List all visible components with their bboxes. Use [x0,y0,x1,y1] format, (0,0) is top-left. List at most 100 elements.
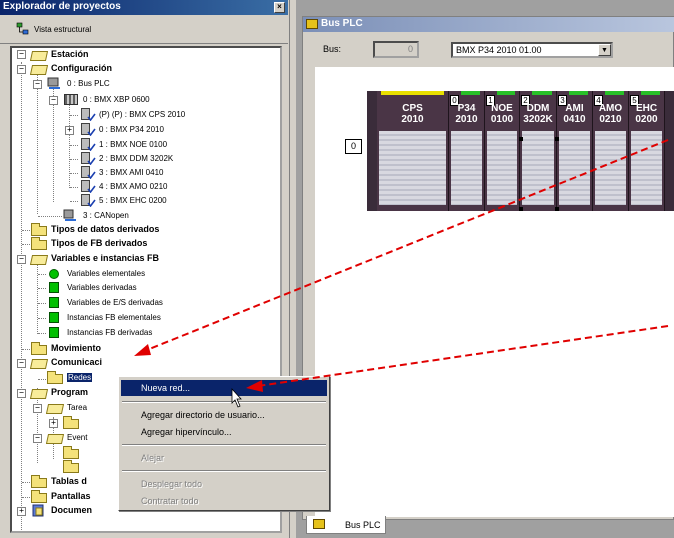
chevron-down-icon[interactable]: ▼ [598,44,611,56]
module-body [379,131,446,205]
collapse-station-toggle[interactable]: − [17,50,26,59]
tree-label: Instancias FB derivadas [67,328,153,337]
menu-item-collapse-all: Contratar todo [141,496,199,506]
collapse-comm-toggle[interactable]: − [17,359,26,368]
rack-slot-5[interactable]: 5 EHC 0200 [629,91,665,211]
open-folder-icon [29,359,49,369]
folder-icon [63,416,79,429]
cpu-select[interactable]: BMX P34 2010 01.00 ▼ [451,42,613,58]
module-body [451,131,482,205]
tree-label: 1 : BMX NOE 0100 [99,140,168,149]
bus-canvas[interactable]: 0 CPS 2010 0 P34 2010 1 NOE 0100 2 DDM 3… [315,67,674,517]
tree-label: 4 : BMX AMO 0210 [99,182,168,191]
tree-label: (P) (P) : BMX CPS 2010 [99,110,186,119]
tree-label: Estación [51,49,89,59]
open-folder-icon [29,389,49,399]
tree-label: Redes [67,373,93,382]
folder-icon [31,342,47,355]
check-icon [87,143,96,151]
bus-window-title-bar: Bus PLC [303,17,674,32]
bus-window-title: Bus PLC [321,18,363,29]
check-icon [87,199,96,207]
open-folder-icon [29,255,49,265]
slot-label: EHC 0200 [635,103,658,125]
structural-view-label[interactable]: Vista estructural [34,25,91,34]
collapse-variables-toggle[interactable]: − [17,255,26,264]
collapse-bus-toggle[interactable]: − [33,80,42,89]
rack-slot-0[interactable]: 0 P34 2010 [449,91,485,211]
bus-tab-icon [313,519,325,529]
tab-label: Bus PLC [345,520,381,530]
status-led [461,91,480,95]
status-led [532,91,552,95]
tree-label: Event [67,433,88,442]
collapse-program-toggle[interactable]: − [17,389,26,398]
selection-handle[interactable] [555,207,559,211]
folder-icon [31,237,47,250]
expand-docs-toggle[interactable]: + [17,507,26,516]
check-icon [87,113,96,121]
folder-icon [31,475,47,488]
canopen-icon [63,209,76,221]
status-led [497,91,515,95]
rack-slot-cps[interactable]: CPS 2010 [377,91,449,211]
expand-task-toggle[interactable]: + [49,419,58,428]
tree-label: Variables derivadas [67,283,137,292]
selection-handle[interactable] [555,137,559,141]
collapse-tasks-toggle[interactable]: − [33,404,42,413]
tree-label: Program [51,387,89,397]
open-folder-icon [45,434,65,444]
slot-label: CPS 2010 [401,103,424,125]
module-body [522,131,554,205]
menu-item-new-network[interactable]: Nueva red... [121,380,327,396]
menu-separator [122,401,326,403]
module-body [487,131,517,205]
rack-slot-3[interactable]: 3 AMI 0410 [557,91,593,211]
tree-label: 0 : BMX XBP 0600 [83,95,150,104]
check-icon [87,157,96,165]
elementary-variable-icon [49,269,59,279]
status-led [605,91,624,95]
check-icon [87,171,96,179]
menu-item-add-hyperlink[interactable]: Agregar hipervínculo... [121,424,327,440]
rack-slot-4[interactable]: 4 AMO 0210 [593,91,629,211]
bus-icon [47,77,60,89]
explorer-title-bar: Explorador de proyectos × [0,0,288,15]
tree-label: 5 : BMX EHC 0200 [99,196,167,205]
bus-number-field: 0 [373,41,419,58]
tree-label: Variables elementales [67,269,146,278]
tree-label: Tipos de FB derivados [51,238,148,248]
check-icon [87,128,96,136]
rack-slot-1[interactable]: 1 NOE 0100 [485,91,520,211]
plc-rack[interactable]: CPS 2010 0 P34 2010 1 NOE 0100 2 DDM 320… [367,91,674,211]
rack-number-badge: 0 [345,139,362,154]
tree-label: Pantallas [51,491,91,501]
module-body [559,131,590,205]
collapse-rack-toggle[interactable]: − [49,96,58,105]
fb-instance-icon [49,327,59,338]
tree-label: Documen [51,505,93,515]
structural-view-icon[interactable] [16,22,30,36]
io-variable-icon [49,297,59,308]
collapse-events-toggle[interactable]: − [33,434,42,443]
module-body [595,131,626,205]
close-icon[interactable]: × [274,2,285,13]
context-menu: Nueva red... Agregar directorio de usuar… [118,376,330,511]
bus-label: Bus: [323,44,342,54]
tab-bus-plc[interactable]: Bus PLC [306,516,386,534]
folder-icon [63,460,79,473]
bus-plc-editor: Bus PLC Bus: 0 BMX P34 2010 01.00 ▼ 0 CP… [296,0,674,538]
bus-window-icon [306,19,318,29]
selection-handle[interactable] [519,137,523,141]
tree-label: Tipos de datos derivados [51,224,160,234]
selection-handle[interactable] [519,207,523,211]
menu-item-add-user-directory[interactable]: Agregar directorio de usuario... [121,407,327,423]
cpu-select-value: BMX P34 2010 01.00 [456,45,542,55]
expand-slot0-toggle[interactable]: + [65,126,74,135]
tree-label: 2 : BMX DDM 3202K [99,154,174,163]
tree-label: Instancias FB elementales [67,313,161,322]
rack-slot-2[interactable]: 2 DDM 3202K [520,91,557,211]
collapse-config-toggle[interactable]: − [17,65,26,74]
open-folder-icon [29,51,49,61]
open-folder-icon [29,65,49,75]
